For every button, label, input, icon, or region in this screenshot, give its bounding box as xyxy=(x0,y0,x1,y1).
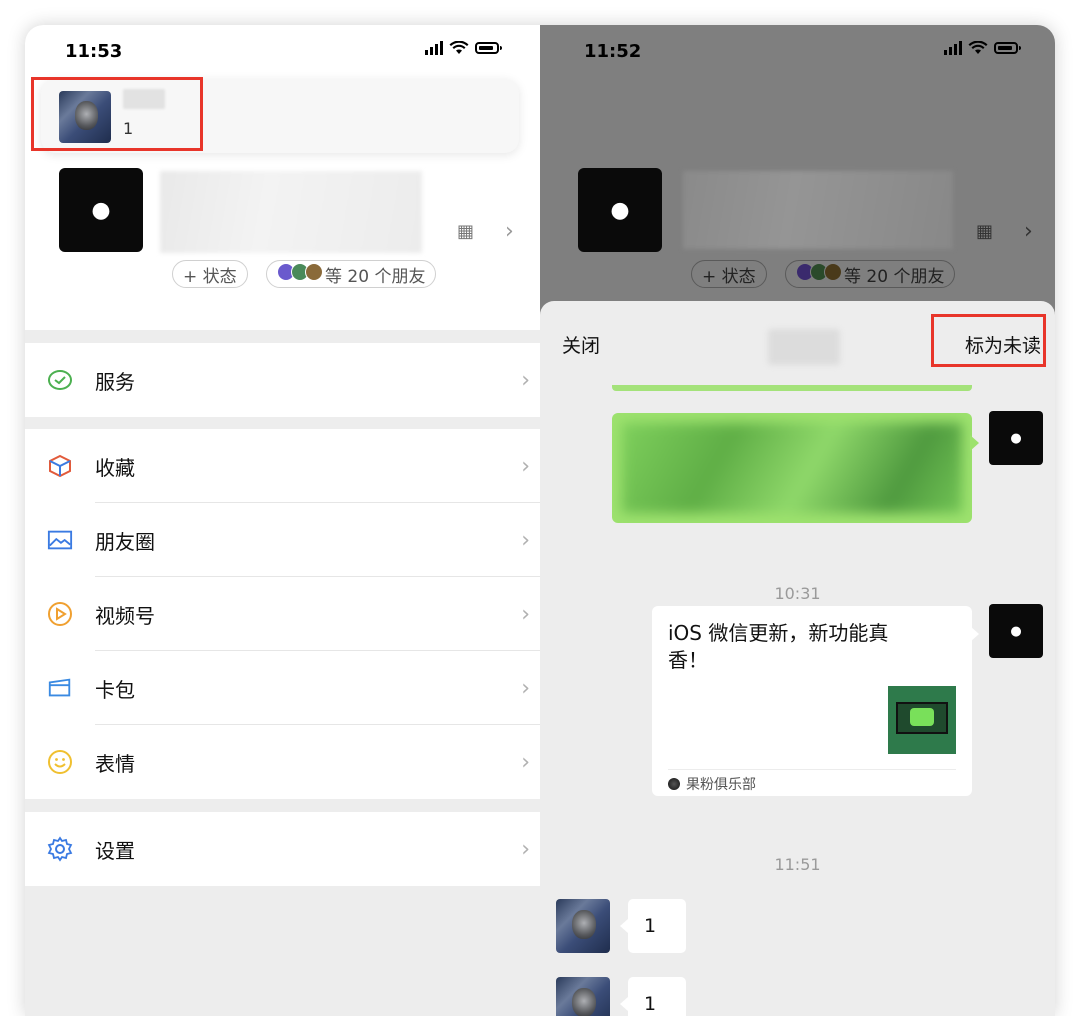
qr-code-icon: ▦ xyxy=(976,221,994,242)
menu-label: 朋友圈 xyxy=(95,529,155,554)
link-card-message[interactable]: iOS 微信更新，新功能真香！ 果粉俱乐部 xyxy=(652,606,972,796)
moments-icon xyxy=(47,527,73,553)
signal-icon xyxy=(425,41,443,55)
status-icons xyxy=(425,41,502,55)
menu-group-main: 收藏 › 朋友圈 › 视频号 › 卡包 › 表情 › xyxy=(25,429,540,799)
timestamp: 11:51 xyxy=(774,855,821,874)
bubble-tail xyxy=(620,997,628,1011)
friend-avatars xyxy=(277,262,323,286)
apple-logo-icon: ● xyxy=(91,197,111,223)
chevron-right-icon: › xyxy=(521,453,530,479)
status-icons xyxy=(944,41,1021,55)
menu-label: 表情 xyxy=(95,751,135,776)
bubble-tail xyxy=(970,435,979,451)
menu-group-service: 服务 › xyxy=(25,343,540,417)
signal-icon xyxy=(944,41,962,55)
highlight-box xyxy=(931,314,1046,367)
profile-avatar: ● xyxy=(578,168,662,252)
menu-label: 卡包 xyxy=(95,677,135,702)
battery-icon xyxy=(475,42,502,54)
qr-code-icon[interactable]: ▦ xyxy=(457,221,474,242)
profile-avatar[interactable]: ● xyxy=(59,168,143,252)
card-source-label: 果粉俱乐部 xyxy=(686,777,756,793)
sticker-icon xyxy=(47,749,73,775)
chevron-right-icon: › xyxy=(521,675,530,701)
menu-label: 视频号 xyxy=(95,603,155,628)
chevron-right-icon: › xyxy=(521,367,530,393)
chat-preview-panel: 11:52 ● ▦ › + 状态 等 20 个朋友 关闭 标为未读 ● 10:3… xyxy=(540,25,1055,1016)
friends-pill-label: 等 20 个朋友 xyxy=(325,266,426,287)
apple-logo-icon: ● xyxy=(1010,430,1022,446)
apple-logo-icon: ● xyxy=(1010,623,1022,639)
card-source: 果粉俱乐部 xyxy=(668,774,756,794)
chevron-right-icon: › xyxy=(505,219,514,244)
bubble-tail xyxy=(620,919,628,933)
chevron-right-icon: › xyxy=(521,749,530,775)
avatar[interactable] xyxy=(556,899,610,953)
profile-name-blurred xyxy=(160,171,422,253)
service-icon xyxy=(47,367,73,393)
status-pill: + 状态 xyxy=(691,260,767,288)
friends-status-pill: 等 20 个朋友 xyxy=(785,260,956,288)
menu-item-card-wallet[interactable]: 卡包 › xyxy=(25,651,540,725)
battery-icon xyxy=(994,42,1021,54)
menu-item-favorites[interactable]: 收藏 › xyxy=(25,429,540,503)
status-time: 11:53 xyxy=(65,41,123,62)
favorites-icon xyxy=(47,453,73,479)
me-panel: 11:53 1 ● ▦ › + 状态 等 20 个朋友 服务 › 收藏 › 朋友… xyxy=(25,25,540,1016)
menu-item-settings[interactable]: 设置 › xyxy=(25,812,540,886)
settings-icon xyxy=(47,836,73,862)
wechat-logo-icon xyxy=(910,708,934,726)
friend-avatars xyxy=(796,262,842,286)
avatar[interactable]: ● xyxy=(989,411,1043,465)
message-bubble-blurred[interactable] xyxy=(612,413,972,523)
apple-logo-icon: ● xyxy=(610,197,630,223)
wifi-icon xyxy=(968,41,988,54)
close-button[interactable]: 关闭 xyxy=(562,331,600,358)
chat-title-blurred xyxy=(768,329,840,365)
menu-item-service[interactable]: 服务 › xyxy=(25,343,540,417)
profile-name-blurred xyxy=(683,171,953,249)
menu-item-channels[interactable]: 视频号 › xyxy=(25,577,540,651)
menu-item-stickers[interactable]: 表情 › xyxy=(25,725,540,799)
chevron-right-icon: › xyxy=(521,836,530,862)
menu-group-settings: 设置 › xyxy=(25,812,540,886)
timestamp: 10:31 xyxy=(774,584,821,603)
chat-sheet: 关闭 标为未读 ● 10:31 iOS 微信更新，新功能真香！ 果粉俱乐部 ● … xyxy=(540,301,1055,1016)
card-thumbnail xyxy=(888,686,956,754)
app-frame: 11:53 1 ● ▦ › + 状态 等 20 个朋友 服务 › 收藏 › 朋友… xyxy=(25,25,1055,1016)
message-bubble[interactable]: 1 xyxy=(628,899,686,953)
source-logo-icon xyxy=(668,778,680,790)
chevron-right-icon: › xyxy=(521,527,530,553)
avatar[interactable]: ● xyxy=(989,604,1043,658)
avatar[interactable] xyxy=(556,977,610,1016)
menu-label: 服务 xyxy=(95,369,135,394)
channels-icon xyxy=(47,601,73,627)
card-title: iOS 微信更新，新功能真香！ xyxy=(668,621,889,672)
bubble-tail xyxy=(970,626,979,642)
friends-status-pill[interactable]: 等 20 个朋友 xyxy=(266,260,437,288)
card-wallet-icon xyxy=(47,675,73,701)
menu-label: 收藏 xyxy=(95,455,135,480)
wifi-icon xyxy=(449,41,469,54)
chevron-right-icon: › xyxy=(1024,219,1033,244)
friends-pill-label: 等 20 个朋友 xyxy=(844,266,945,287)
menu-label: 设置 xyxy=(95,838,135,863)
menu-item-moments[interactable]: 朋友圈 › xyxy=(25,503,540,577)
message-bubble[interactable]: 1 xyxy=(628,977,686,1016)
status-pill[interactable]: + 状态 xyxy=(172,260,248,288)
divider xyxy=(668,769,956,770)
message-bubble-partial xyxy=(612,385,972,391)
status-time: 11:52 xyxy=(584,41,642,62)
chevron-right-icon: › xyxy=(521,601,530,627)
highlight-box xyxy=(31,77,203,151)
